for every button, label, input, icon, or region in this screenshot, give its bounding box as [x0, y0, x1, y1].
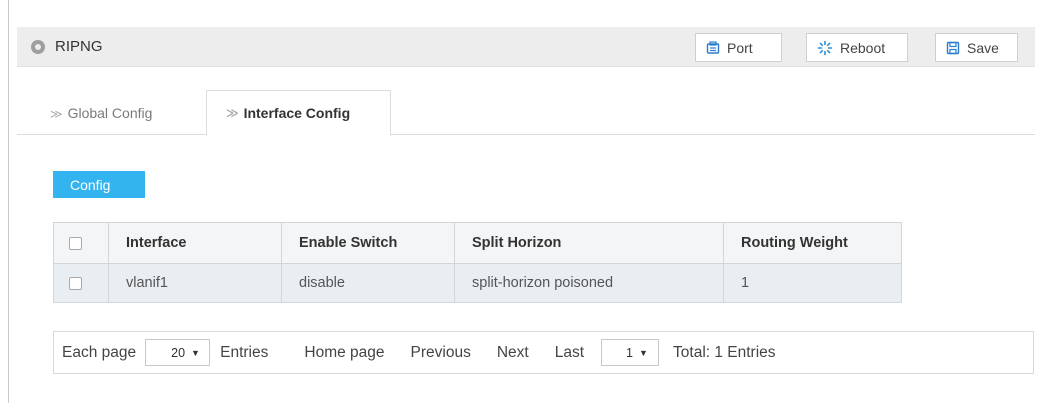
cell-enable-switch: disable: [281, 263, 455, 303]
pagination-bar: Each page 20 ▼ Entries Home page Previou…: [53, 331, 1034, 374]
each-page-label: Each page: [62, 343, 137, 361]
last-page-link[interactable]: Last: [555, 344, 584, 362]
home-page-link[interactable]: Home page: [304, 344, 384, 362]
row-select-cell: [53, 263, 109, 303]
tab-interface-config-label: Interface Config: [243, 105, 351, 121]
tab-global-config-label: Global Config: [67, 104, 153, 121]
entries-label: Entries: [220, 343, 269, 361]
table-row[interactable]: vlanif1 disable split-horizon poisoned 1: [53, 263, 902, 303]
page-size-select[interactable]: 20 ▼: [145, 339, 211, 366]
cell-routing-weight: 1: [723, 263, 902, 303]
config-button[interactable]: Config: [53, 171, 145, 198]
floppy-disk-icon: [946, 41, 960, 54]
reboot-button-label: Reboot: [840, 39, 886, 56]
column-header-interface[interactable]: Interface: [108, 222, 282, 264]
tab-bar: ≫ Global Config ≫ Interface Config: [17, 90, 1035, 136]
select-all-cell: [53, 222, 109, 264]
save-button[interactable]: Save: [935, 33, 1018, 62]
port-button[interactable]: Port: [695, 33, 782, 62]
tab-global-config[interactable]: ≫ Global Config: [34, 90, 186, 135]
page-number-select[interactable]: 1 ▼: [601, 339, 660, 366]
port-icon: [706, 40, 720, 54]
row-checkbox[interactable]: [69, 276, 82, 290]
double-chevron-right-icon: ≫: [226, 106, 239, 120]
table-header-row: Interface Enable Switch Split Horizon Ro…: [53, 222, 902, 264]
tab-interface-config[interactable]: ≫ Interface Config: [206, 90, 391, 136]
column-header-routing-weight[interactable]: Routing Weight: [723, 222, 902, 264]
select-all-checkbox[interactable]: [69, 236, 82, 250]
total-entries-label: Total: 1 Entries: [673, 343, 776, 361]
page-size-value: 20: [171, 345, 186, 360]
column-header-enable-switch[interactable]: Enable Switch: [281, 222, 455, 264]
previous-page-link[interactable]: Previous: [411, 344, 471, 362]
port-button-label: Port: [727, 39, 753, 56]
circle-dot-icon: [31, 39, 45, 54]
cell-split-horizon: split-horizon poisoned: [454, 263, 724, 303]
double-chevron-right-icon: ≫: [50, 106, 63, 121]
reboot-button[interactable]: Reboot: [806, 33, 908, 62]
column-header-split-horizon[interactable]: Split Horizon: [454, 222, 724, 264]
next-page-link[interactable]: Next: [497, 344, 529, 362]
page-title: RIPNG: [55, 38, 103, 55]
reboot-spinner-icon: [817, 40, 833, 55]
caret-down-icon: ▼: [638, 347, 648, 358]
caret-down-icon: ▼: [191, 347, 200, 358]
save-button-label: Save: [967, 39, 999, 56]
current-page-value: 1: [626, 345, 633, 360]
interface-table: Interface Enable Switch Split Horizon Ro…: [53, 222, 902, 303]
tab-global-config-content: ≫ Global Config: [34, 105, 152, 121]
cell-interface: vlanif1: [108, 263, 282, 303]
